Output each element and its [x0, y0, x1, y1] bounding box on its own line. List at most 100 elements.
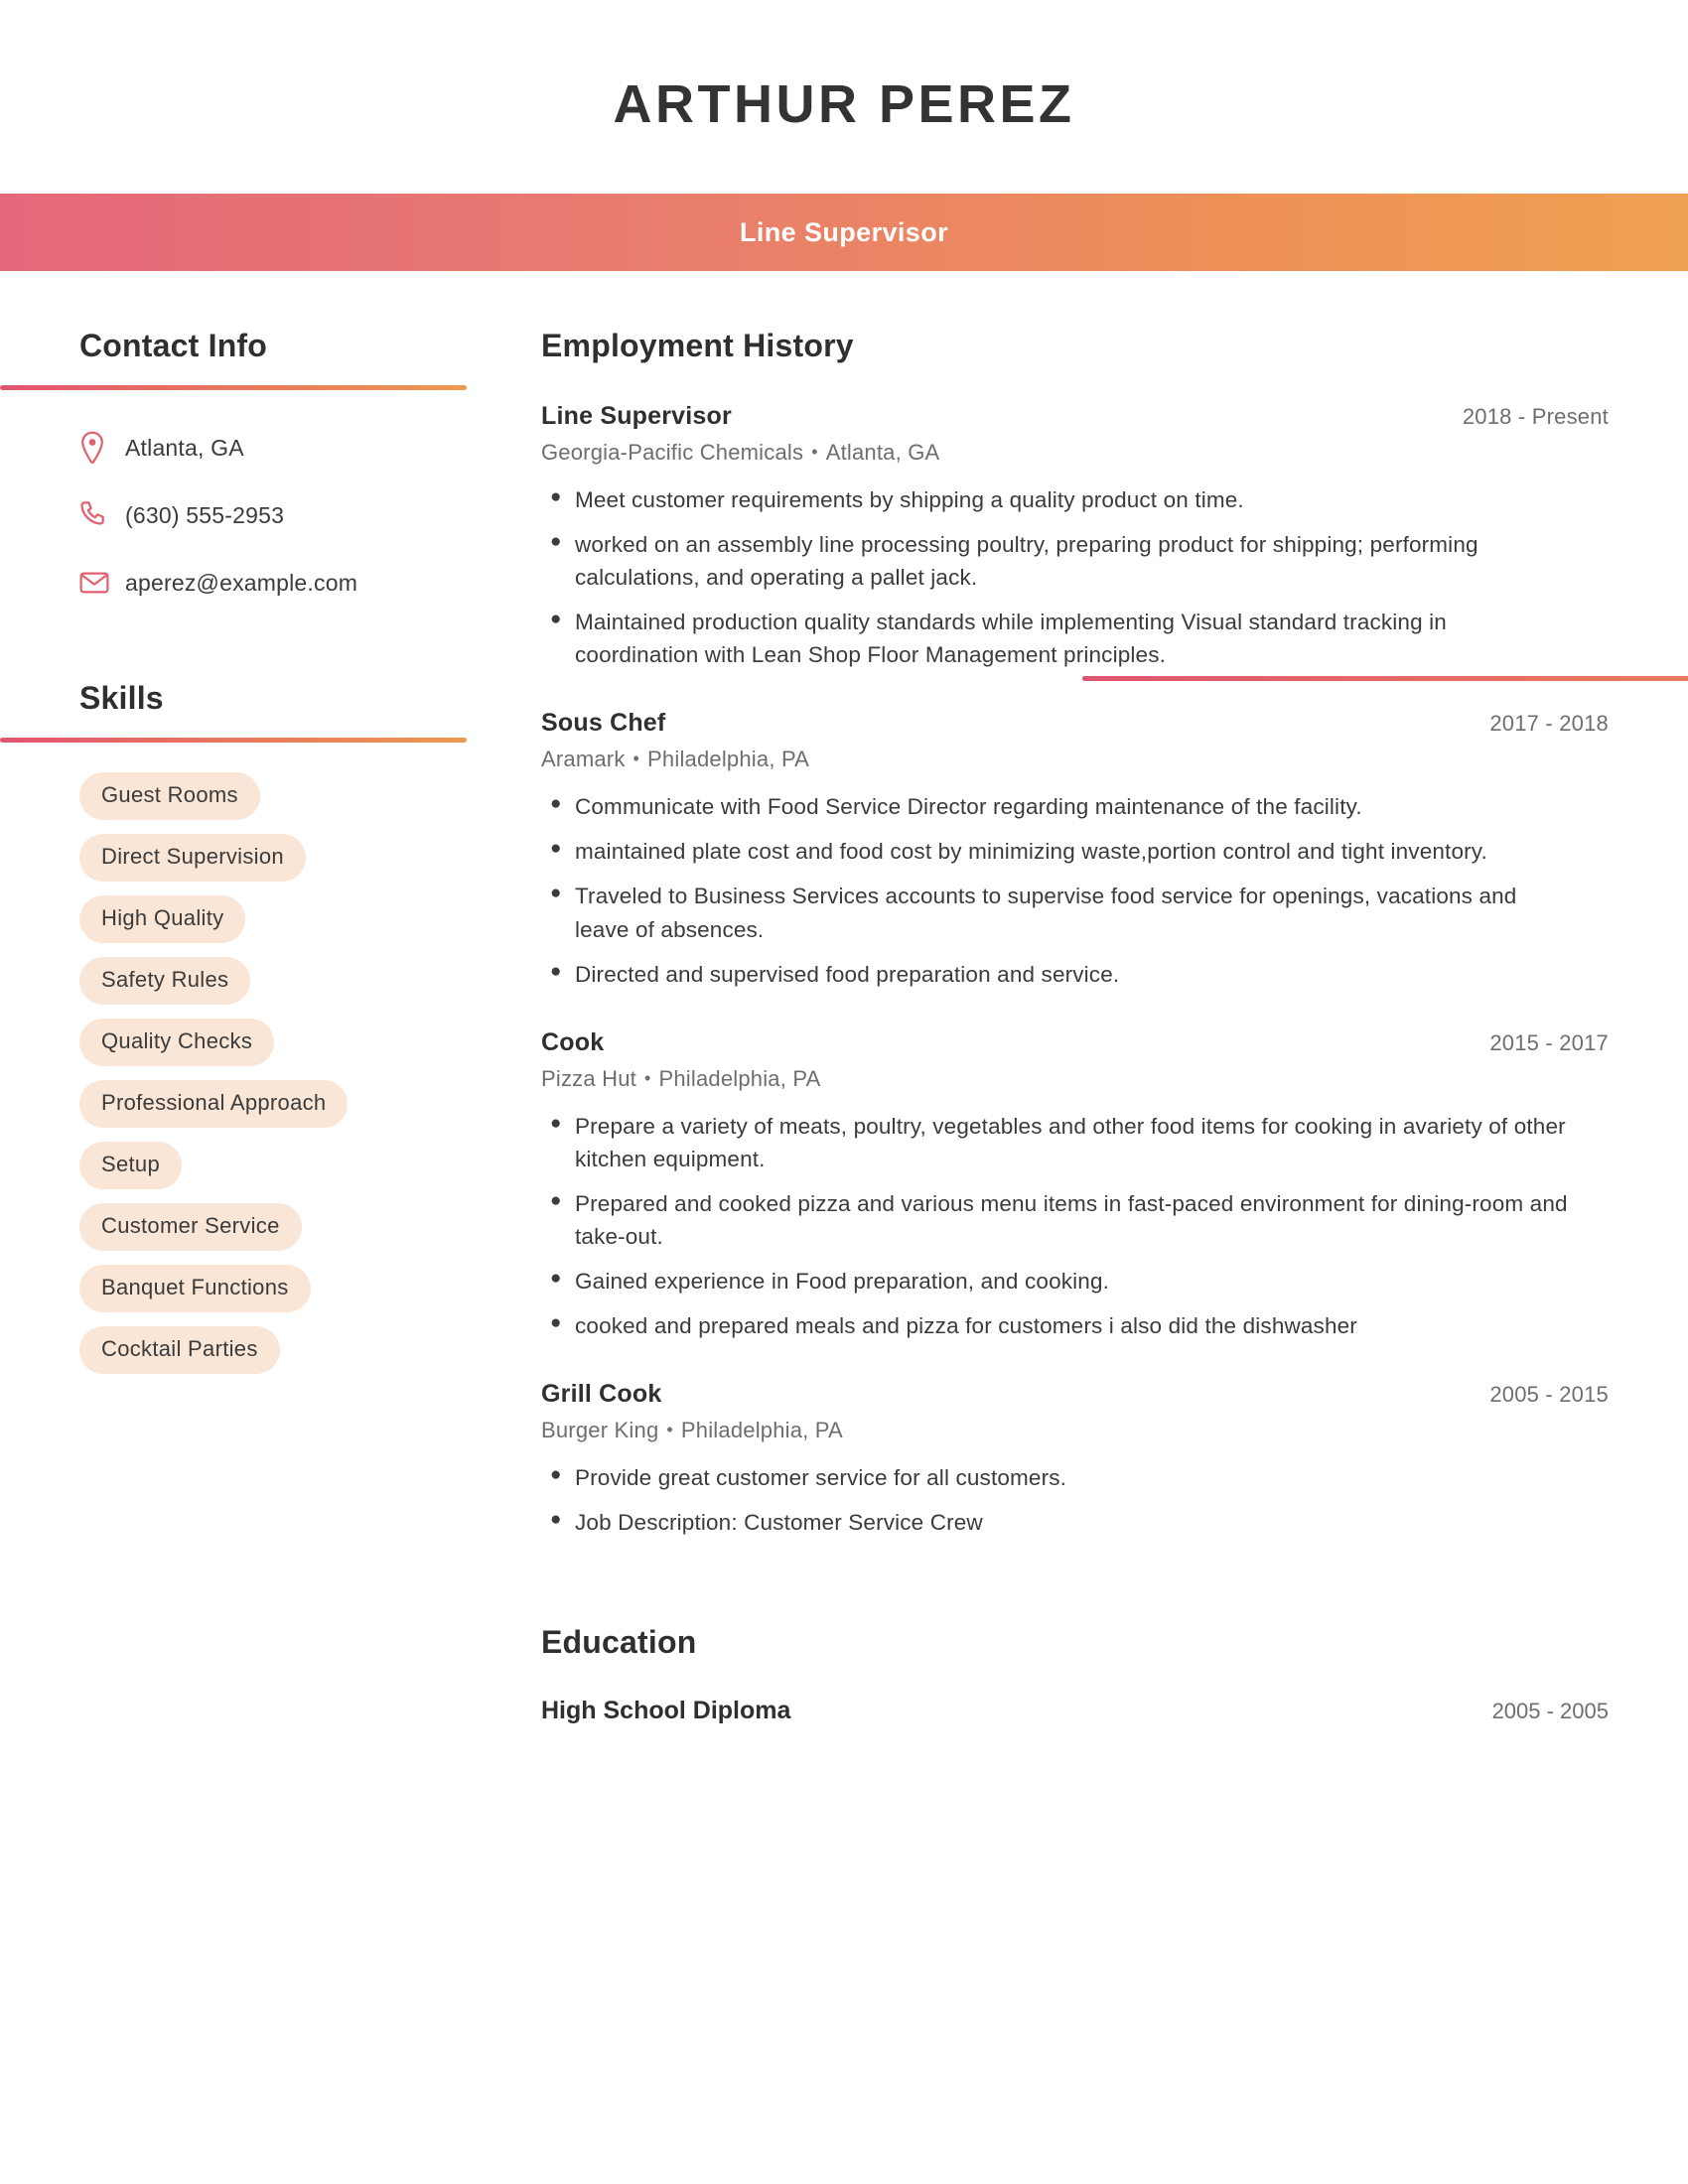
contact-heading: Contact Info: [79, 328, 268, 363]
skill-row: Customer Service: [79, 1203, 467, 1265]
skill-row: Professional Approach: [79, 1080, 467, 1142]
job-bullet-text: Maintained production quality standards …: [575, 610, 1447, 668]
contact-location-text: Atlanta, GA: [125, 434, 244, 461]
bullet-dot-icon: ●: [550, 1464, 562, 1485]
page-title: ARTHUR PEREZ: [613, 74, 1075, 134]
job-bullet-list: ● Provide great customer service for all …: [541, 1461, 1609, 1539]
bullet-dot-icon: ●: [550, 609, 562, 630]
job-bullet: ● Prepare a variety of meats, poultry, ve…: [541, 1110, 1609, 1175]
employment-list: Line Supervisor 2018 - Present Georgia-Pac…: [541, 402, 1609, 1539]
job-company: Burger King: [541, 1418, 659, 1442]
skill-row: Safety Rules: [79, 957, 467, 1019]
job-bullet-text: Prepare a variety of meats, poultry, veg…: [575, 1113, 1566, 1171]
job-bullet-text: Provide great customer service for all c…: [575, 1465, 1067, 1490]
job-header: Line Supervisor 2018 - Present: [541, 402, 1609, 431]
resume-page: ARTHUR PEREZ Line Supervisor Contact Inf…: [0, 0, 1688, 2184]
bullet-dot-icon: ●: [550, 1311, 562, 1333]
job-dates: 2015 - 2017: [1489, 1029, 1609, 1055]
job-bullet: ● Meet customer requirements by shipping …: [541, 483, 1609, 516]
skill-pill: Safety Rules: [79, 957, 251, 1005]
job-title: Line Supervisor: [541, 402, 732, 430]
job-header: Cook 2015 - 2017: [541, 1028, 1609, 1057]
skill-pill: Guest Rooms: [79, 772, 260, 820]
job-bullet: ● maintained plate cost and food cost by …: [541, 835, 1609, 868]
job-dates: 2005 - 2015: [1489, 1382, 1609, 1407]
job-company: Aramark: [541, 747, 626, 772]
skills-list: Guest Rooms Direct Supervision High Qualit…: [0, 772, 467, 1388]
job-bullet-text: Traveled to Business Services accounts t…: [575, 884, 1517, 942]
job-company: Georgia-Pacific Chemicals: [541, 440, 804, 465]
job-company: Pizza Hut: [541, 1065, 636, 1091]
contact-item-email: aperez@example.com: [79, 559, 467, 607]
bullet-separator-icon: •: [633, 749, 640, 769]
job-title: Grill Cook: [541, 1380, 662, 1408]
skills-divider: [0, 738, 467, 743]
bullet-dot-icon: ●: [550, 531, 562, 553]
skill-row: Banquet Functions: [79, 1265, 467, 1326]
education-entry: High School Diploma 2005 - 2005: [541, 1697, 1609, 1725]
job-company-location: Georgia-Pacific Chemicals • Atlanta, GA: [541, 440, 1609, 466]
email-icon: [79, 571, 125, 595]
job-bullet: ● Communicate with Food Service Director …: [541, 790, 1609, 823]
bullet-dot-icon: ●: [550, 1189, 562, 1211]
bullet-dot-icon: ●: [550, 1509, 562, 1531]
job-bullet-text: maintained plate cost and food cost by m…: [575, 839, 1487, 865]
job-bullet: ● Prepared and cooked pizza and various m…: [541, 1187, 1609, 1253]
job-company-location: Aramark • Philadelphia, PA: [541, 747, 1609, 772]
skills-section: Skills Guest Rooms Direct Supervision High…: [0, 680, 467, 1388]
job-dates: 2018 - Present: [1462, 404, 1609, 429]
bullet-dot-icon: ●: [550, 1267, 562, 1289]
job-entry: Cook 2015 - 2017 Pizza Hut • Philadelphia, P…: [541, 1028, 1609, 1342]
education-dates: 2005 - 2005: [1491, 1699, 1609, 1724]
bullet-dot-icon: ●: [550, 960, 562, 982]
education-degree: High School Diploma: [541, 1697, 791, 1725]
employment-section: Employment History Line Supervisor 2018 -…: [541, 328, 1688, 1539]
skill-pill: Cocktail Parties: [79, 1326, 280, 1374]
skill-pill: Quality Checks: [79, 1019, 275, 1066]
job-bullet-text: Communicate with Food Service Director r…: [575, 794, 1362, 820]
skill-pill: Banquet Functions: [79, 1265, 311, 1312]
job-location: Philadelphia, PA: [680, 1418, 843, 1442]
skill-row: Guest Rooms: [79, 772, 467, 834]
skill-row: Quality Checks: [79, 1019, 467, 1080]
skill-row: Cocktail Parties: [79, 1326, 467, 1388]
skill-pill: Direct Supervision: [79, 834, 306, 882]
phone-icon: [79, 500, 125, 530]
skill-row: Setup: [79, 1142, 467, 1203]
contact-section: Contact Info Atlanta, GA (630) 555-2953 …: [0, 328, 467, 607]
job-bullet: ● Job Description: Customer Service Crew: [541, 1506, 1609, 1539]
skill-pill: Setup: [79, 1142, 182, 1189]
education-heading: Education: [541, 1624, 697, 1661]
contact-divider: [0, 385, 467, 390]
job-bullet-text: Directed and supervised food preparation…: [575, 961, 1120, 987]
job-location: Philadelphia, PA: [658, 1065, 821, 1091]
job-bullet-text: Job Description: Customer Service Crew: [575, 1510, 983, 1536]
contact-list: Atlanta, GA (630) 555-2953 aperez@exampl…: [0, 424, 467, 607]
bullet-separator-icon: •: [811, 442, 818, 462]
job-bullet-text: Meet customer requirements by shipping a…: [575, 487, 1244, 512]
bullet-dot-icon: ●: [550, 883, 562, 904]
job-entry: Grill Cook 2005 - 2015 Burger King • Philade…: [541, 1380, 1609, 1539]
employment-heading: Employment History: [541, 328, 854, 363]
job-bullet-text: worked on an assembly line processing po…: [575, 532, 1478, 591]
skills-heading: Skills: [79, 680, 164, 716]
contact-email-text: aperez@example.com: [125, 569, 358, 596]
job-header: Sous Chef 2017 - 2018: [541, 709, 1609, 738]
bullet-dot-icon: ●: [550, 486, 562, 507]
job-header: Grill Cook 2005 - 2015: [541, 1380, 1609, 1409]
bullet-separator-icon: •: [643, 1067, 651, 1088]
job-title-text: Line Supervisor: [739, 216, 949, 247]
bullet-dot-icon: ●: [550, 838, 562, 860]
skill-row: Direct Supervision: [79, 834, 467, 895]
job-location: Atlanta, GA: [825, 440, 940, 465]
job-bullet-list: ● Meet customer requirements by shipping …: [541, 483, 1609, 671]
skill-pill: Customer Service: [79, 1203, 302, 1251]
skill-pill: High Quality: [79, 895, 246, 943]
job-bullet: ● Traveled to Business Services accounts …: [541, 880, 1609, 945]
contact-item-location: Atlanta, GA: [79, 424, 467, 472]
bullet-dot-icon: ●: [550, 793, 562, 815]
contact-phone-text: (630) 555-2953: [125, 501, 285, 528]
bullet-separator-icon: •: [666, 1420, 673, 1439]
bullet-dot-icon: ●: [550, 1112, 562, 1134]
education-divider: [1082, 676, 1688, 681]
